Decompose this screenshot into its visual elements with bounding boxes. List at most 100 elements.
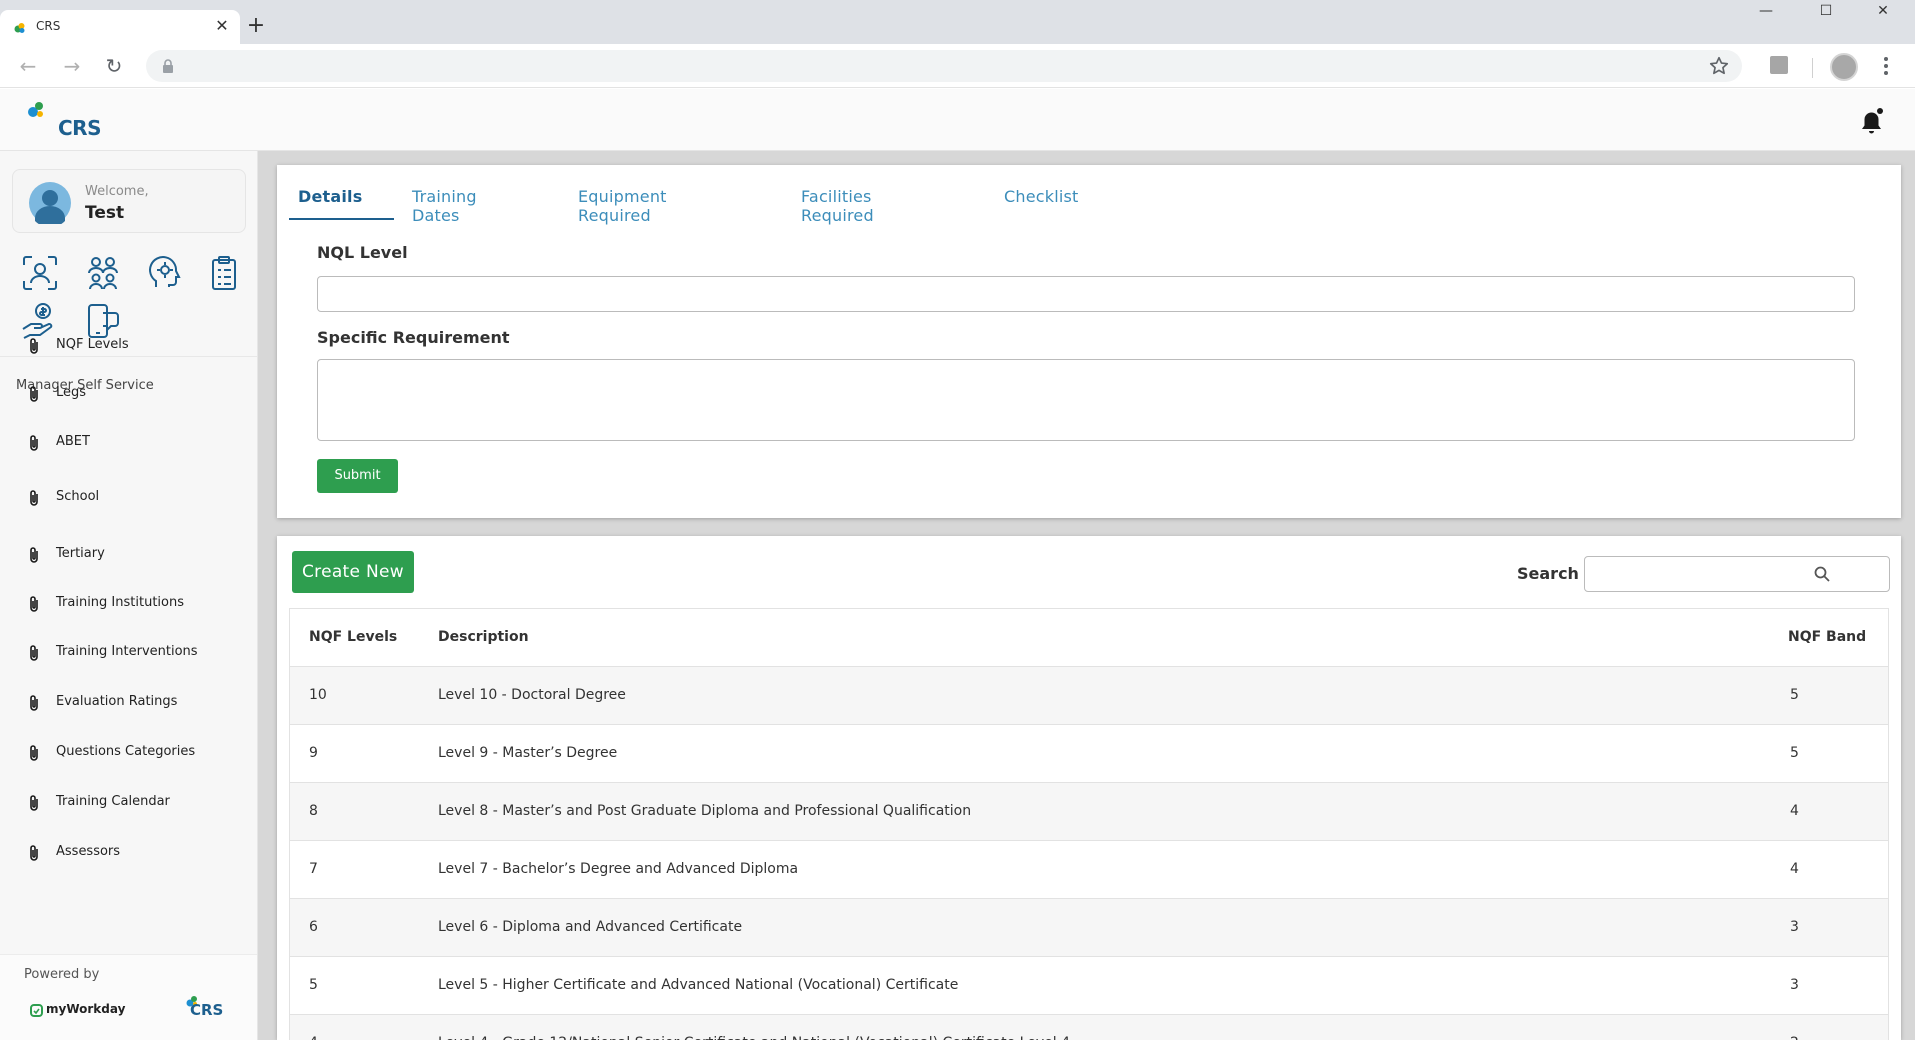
reload-icon[interactable]: ↻ [102, 54, 126, 78]
team-icon[interactable] [83, 253, 123, 293]
toolbar-divider [1812, 58, 1813, 78]
back-arrow-icon[interactable]: ← [16, 54, 40, 78]
cell-nqf-level: 9 [309, 745, 318, 761]
search-icon[interactable] [1814, 566, 1830, 582]
sidebar-item-nqf-levels[interactable]: NQF Levels [0, 328, 257, 364]
face-scan-icon[interactable] [20, 253, 60, 293]
paperclip-icon [30, 695, 38, 711]
search-input[interactable] [1584, 556, 1890, 592]
cell-description: Level 9 - Master’s Degree [438, 745, 618, 761]
notification-bell-icon[interactable] [1858, 107, 1884, 135]
cell-nqf-band: 5 [1790, 745, 1799, 761]
maximize-button[interactable]: ☐ [1803, 0, 1849, 22]
tab-close-icon[interactable]: ✕ [212, 16, 232, 36]
paperclip-icon [30, 386, 38, 402]
table-row[interactable]: 6 Level 6 - Diploma and Advanced Certific… [290, 899, 1888, 957]
create-new-button[interactable]: Create New [292, 551, 414, 593]
sidebar-item-tertiary[interactable]: Tertiary [0, 537, 257, 573]
address-bar[interactable] [146, 50, 1742, 82]
sidebar-item-evaluation-ratings[interactable]: Evaluation Ratings [0, 685, 257, 721]
sidebar-item-questions-categories[interactable]: Questions Categories [0, 735, 257, 771]
table-row[interactable]: 9 Level 9 - Master’s Degree 5 [290, 725, 1888, 783]
brain-gear-icon[interactable] [146, 253, 186, 293]
cell-nqf-band: 5 [1790, 687, 1799, 703]
logo-text: CRS [58, 116, 101, 140]
paperclip-icon [30, 795, 38, 811]
sidebar-item-label: Training Institutions [56, 595, 184, 610]
paperclip-icon [30, 338, 38, 354]
myworkday-logo: myWorkday [30, 1002, 130, 1020]
tab-equipment-required[interactable]: Equipment Required [578, 187, 667, 225]
sidebar-item-school[interactable]: School [0, 480, 257, 516]
crs-favicon-icon [14, 23, 25, 33]
sidebar-item-abet[interactable]: ABET [0, 425, 257, 461]
sidebar-item-training-institutions[interactable]: Training Institutions [0, 586, 257, 622]
cell-nqf-band: 4 [1790, 861, 1799, 877]
paperclip-icon [30, 490, 38, 506]
table-row[interactable]: 7 Level 7 - Bachelor’s Degree and Advance… [290, 841, 1888, 899]
tab-checklist[interactable]: Checklist [1004, 187, 1079, 206]
paperclip-icon [30, 596, 38, 612]
main-content: Details Training Dates Equipment Required F… [258, 151, 1915, 1040]
kebab-menu-icon[interactable] [1880, 56, 1892, 76]
sidebar-item-assessors[interactable]: Assessors [0, 835, 257, 871]
powered-logo-text: CRS [190, 1001, 224, 1019]
browser-tab[interactable]: CRS ✕ [0, 10, 240, 44]
powered-by-footer: Powered by myWorkday CRS [0, 954, 257, 1040]
cell-nqf-band: 3 [1790, 919, 1799, 935]
paperclip-icon [30, 845, 38, 861]
table-row[interactable]: 5 Level 5 - Higher Certificate and Advanc… [290, 957, 1888, 1015]
welcome-label: Welcome, [85, 184, 149, 199]
sidebar-item-legs[interactable]: Legs [0, 376, 257, 412]
cell-description: Level 8 - Master’s and Post Graduate Dip… [438, 803, 972, 819]
cell-nqf-band: 4 [1790, 803, 1799, 819]
sidebar-item-label: Training Calendar [56, 794, 170, 809]
bookmark-star-icon[interactable] [1708, 55, 1730, 77]
cell-nqf-level: 6 [309, 919, 318, 935]
crs-logo[interactable]: CRS [28, 101, 101, 140]
cell-nqf-level: 7 [309, 861, 318, 877]
paperclip-icon [30, 435, 38, 451]
sidebar-item-label: Tertiary [56, 546, 105, 561]
tab-facilities-required[interactable]: Facilities Required [801, 187, 874, 225]
table-header: NQF Levels Description NQF Band [290, 609, 1888, 667]
nqf-table-card: Create New Search NQF Levels Description… [277, 536, 1901, 1040]
paperclip-icon [30, 547, 38, 563]
crs-logo-dots-icon [28, 102, 43, 117]
column-header-nqf-levels[interactable]: NQF Levels [309, 629, 397, 645]
cell-nqf-level: 5 [309, 977, 318, 993]
nqf-levels-table: NQF Levels Description NQF Band 10 Level … [289, 608, 1889, 1040]
submit-button[interactable]: Submit [317, 459, 398, 493]
sidebar-item-training-calendar[interactable]: Training Calendar [0, 785, 257, 821]
table-row[interactable]: 10 Level 10 - Doctoral Degree 5 [290, 667, 1888, 725]
tab-training-dates[interactable]: Training Dates [412, 187, 477, 225]
tab-details[interactable]: Details [298, 187, 362, 206]
cell-nqf-level: 10 [309, 687, 327, 703]
table-row[interactable]: 4 Level 4 - Grade 12/National Senior Cert… [290, 1015, 1888, 1040]
column-header-description[interactable]: Description [438, 629, 529, 645]
app-header: CRS [0, 89, 1915, 151]
sidebar-item-label: School [56, 489, 100, 504]
forward-arrow-icon[interactable]: → [60, 54, 84, 78]
lock-icon [163, 59, 173, 73]
profile-avatar-icon[interactable] [1830, 53, 1858, 81]
new-tab-button[interactable]: + [244, 14, 268, 38]
sidebar-item-label: Training Interventions [56, 644, 198, 659]
cell-description: Level 6 - Diploma and Advanced Certifica… [438, 919, 743, 935]
cell-description: Level 4 - Grade 12/National Senior Certi… [438, 1035, 1070, 1040]
user-name: Test [85, 203, 125, 223]
cell-nqf-band: 3 [1790, 977, 1799, 993]
nql-level-input[interactable] [317, 276, 1855, 312]
cell-nqf-band: 2 [1790, 1035, 1799, 1040]
browser-toolbar: ← → ↻ [0, 44, 1915, 88]
myworkday-leaf-icon [30, 1004, 43, 1017]
clipboard-icon[interactable] [204, 253, 244, 293]
sidebar-item-training-interventions[interactable]: Training Interventions [0, 635, 257, 671]
table-row[interactable]: 8 Level 8 - Master’s and Post Graduate Di… [290, 783, 1888, 841]
column-header-nqf-band[interactable]: NQF Band [1788, 629, 1866, 645]
details-form-card: Details Training Dates Equipment Required F… [277, 165, 1901, 518]
specific-requirement-textarea[interactable] [317, 359, 1855, 441]
minimize-button[interactable]: — [1743, 0, 1789, 22]
close-window-button[interactable]: ✕ [1860, 0, 1906, 22]
extension-icon[interactable] [1770, 56, 1788, 74]
